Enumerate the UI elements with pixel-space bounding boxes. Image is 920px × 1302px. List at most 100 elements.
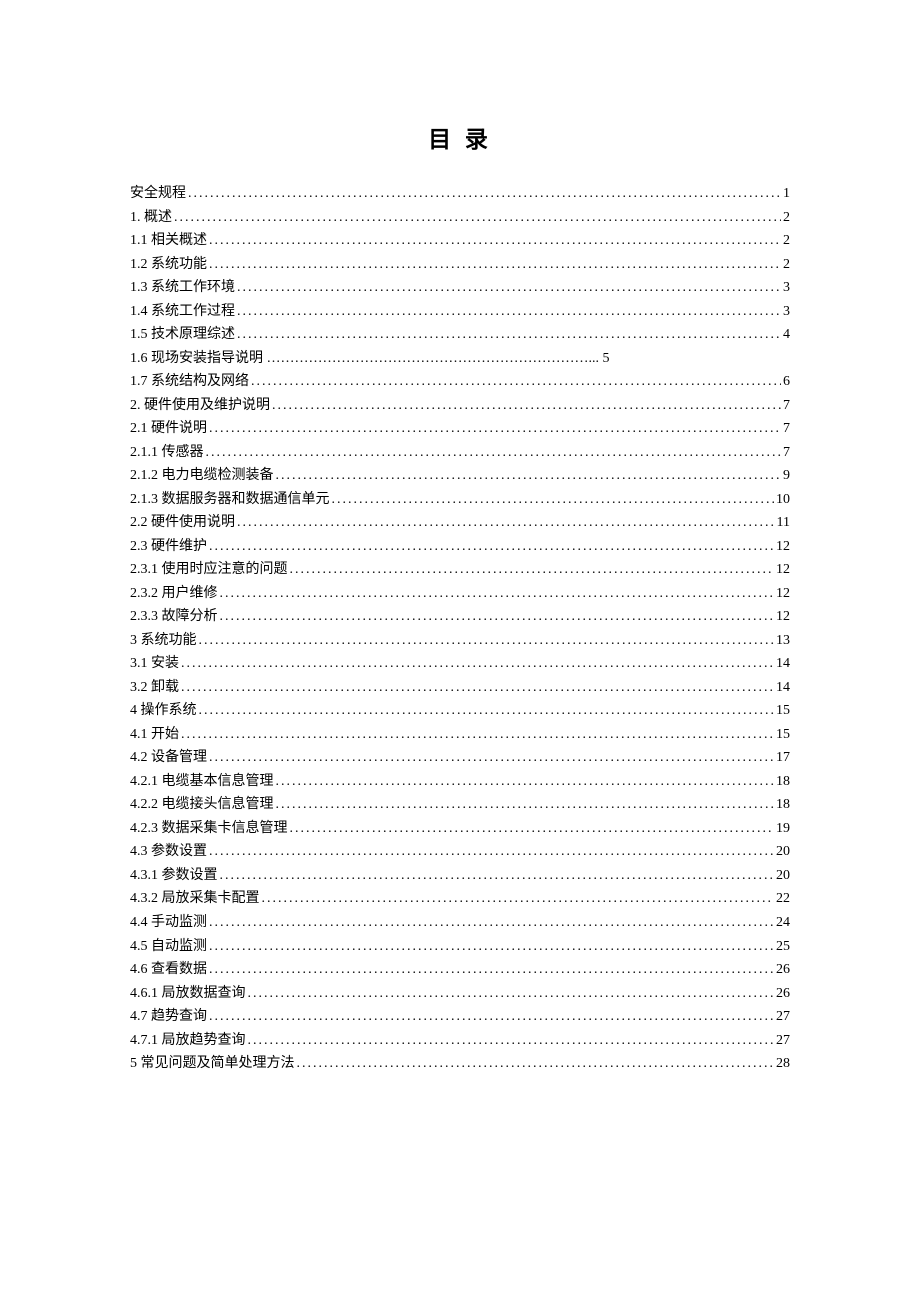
toc-entry-label: 3.1 安装 bbox=[130, 652, 179, 676]
toc-leader-dots bbox=[251, 370, 781, 394]
toc-leader-dots bbox=[332, 488, 775, 512]
toc-entry-page: 25 bbox=[776, 935, 790, 959]
toc-leader-dots bbox=[181, 652, 774, 676]
toc-entry-page: 17 bbox=[776, 746, 790, 770]
toc-entry: 4.2.1 电缆基本信息管理18 bbox=[130, 770, 790, 794]
toc-entry: 1.2 系统功能2 bbox=[130, 253, 790, 277]
toc-entry: 4.7 趋势查询 27 bbox=[130, 1005, 790, 1029]
toc-entry-page: 28 bbox=[776, 1052, 790, 1076]
toc-entry-label: 3.2 卸载 bbox=[130, 676, 179, 700]
toc-entry-label: 1.4 系统工作过程 bbox=[130, 300, 235, 324]
toc-leader-dots bbox=[248, 982, 775, 1006]
toc-leader-dots bbox=[237, 511, 775, 535]
toc-entry-label: 2.1 硬件说明 bbox=[130, 417, 207, 441]
toc-entry-page: 3 bbox=[783, 276, 790, 300]
toc-entry: 4.7.1 局放趋势查询 27 bbox=[130, 1029, 790, 1053]
toc-entry: 2.1.2 电力电缆检测装备9 bbox=[130, 464, 790, 488]
toc-entry-page: 7 bbox=[783, 441, 790, 465]
toc-leader-dots bbox=[237, 300, 781, 324]
toc-entry-page: 7 bbox=[783, 394, 790, 418]
toc-entry-page: 24 bbox=[776, 911, 790, 935]
toc-entry: 2.3.3 故障分析12 bbox=[130, 605, 790, 629]
toc-entry-label: 1.6 现场安装指导说明 ……………………………………………………………... … bbox=[130, 347, 610, 371]
toc-entry-page: 15 bbox=[776, 699, 790, 723]
toc-entry: 2.1.1 传感器7 bbox=[130, 441, 790, 465]
toc-leader-dots bbox=[290, 817, 775, 841]
toc-leader-dots bbox=[276, 464, 782, 488]
toc-entry: 1.7 系统结构及网络6 bbox=[130, 370, 790, 394]
toc-leader-dots bbox=[220, 582, 775, 606]
toc-entry-page: 7 bbox=[783, 417, 790, 441]
toc-leader-dots bbox=[174, 206, 781, 230]
toc-entry: 1.1 相关概述2 bbox=[130, 229, 790, 253]
toc-entry: 1.4 系统工作过程 3 bbox=[130, 300, 790, 324]
toc-entry-label: 4.4 手动监测 bbox=[130, 911, 207, 935]
toc-entry-page: 2 bbox=[783, 253, 790, 277]
toc-leader-dots bbox=[220, 605, 775, 629]
table-of-contents: 安全规程11. 概述21.1 相关概述21.2 系统功能21.3 系统工作环境3… bbox=[130, 182, 790, 1076]
toc-entry: 4.1 开始 15 bbox=[130, 723, 790, 747]
toc-entry-page: 20 bbox=[776, 864, 790, 888]
toc-entry: 4.6.1 局放数据查询26 bbox=[130, 982, 790, 1006]
toc-entry-page: 27 bbox=[776, 1029, 790, 1053]
toc-entry: 2.1 硬件说明 7 bbox=[130, 417, 790, 441]
toc-entry-page: 12 bbox=[776, 605, 790, 629]
toc-leader-dots bbox=[276, 793, 775, 817]
toc-entry-label: 4.7 趋势查询 bbox=[130, 1005, 207, 1029]
toc-entry: 3.1 安装14 bbox=[130, 652, 790, 676]
toc-leader-dots bbox=[181, 676, 774, 700]
toc-entry-page: 2 bbox=[783, 206, 790, 230]
toc-leader-dots bbox=[297, 1052, 775, 1076]
toc-entry-label: 4 操作系统 bbox=[130, 699, 197, 723]
toc-entry-label: 2.3.2 用户维修 bbox=[130, 582, 218, 606]
toc-entry-page: 27 bbox=[776, 1005, 790, 1029]
toc-entry: 4 操作系统 15 bbox=[130, 699, 790, 723]
toc-entry-page: 15 bbox=[776, 723, 790, 747]
toc-leader-dots bbox=[272, 394, 781, 418]
toc-entry: 1.6 现场安装指导说明 ……………………………………………………………... … bbox=[130, 347, 790, 371]
toc-entry-page: 12 bbox=[776, 558, 790, 582]
toc-entry-page: 18 bbox=[776, 770, 790, 794]
toc-leader-dots bbox=[220, 864, 775, 888]
toc-entry-label: 4.7.1 局放趋势查询 bbox=[130, 1029, 246, 1053]
toc-leader-dots bbox=[209, 935, 774, 959]
toc-entry-label: 4.3 参数设置 bbox=[130, 840, 207, 864]
toc-entry-label: 安全规程 bbox=[130, 182, 186, 206]
toc-entry: 4.2.2 电缆接头信息管理18 bbox=[130, 793, 790, 817]
toc-entry-label: 4.2 设备管理 bbox=[130, 746, 207, 770]
toc-entry: 2. 硬件使用及维护说明 7 bbox=[130, 394, 790, 418]
toc-entry-page: 11 bbox=[777, 511, 790, 535]
toc-entry-page: 4 bbox=[783, 323, 790, 347]
toc-leader-dots bbox=[248, 1029, 775, 1053]
toc-entry-label: 1.1 相关概述 bbox=[130, 229, 207, 253]
toc-entry-label: 2.1.3 数据服务器和数据通信单元 bbox=[130, 488, 330, 512]
toc-entry: 2.2 硬件使用说明11 bbox=[130, 511, 790, 535]
toc-leader-dots bbox=[209, 958, 774, 982]
toc-leader-dots bbox=[290, 558, 775, 582]
toc-entry-page: 1 bbox=[783, 182, 790, 206]
toc-entry: 4.3.2 局放采集卡配置22 bbox=[130, 887, 790, 911]
toc-entry-label: 3 系统功能 bbox=[130, 629, 197, 653]
toc-entry: 安全规程 1 bbox=[130, 182, 790, 206]
toc-leader-dots bbox=[181, 723, 774, 747]
toc-entry-label: 2.3.1 使用时应注意的问题 bbox=[130, 558, 288, 582]
toc-entry: 4.5 自动监测25 bbox=[130, 935, 790, 959]
toc-entry: 4.2.3 数据采集卡信息管理19 bbox=[130, 817, 790, 841]
toc-leader-dots bbox=[199, 699, 775, 723]
toc-entry-page: 3 bbox=[783, 300, 790, 324]
toc-leader-dots bbox=[209, 1005, 774, 1029]
toc-leader-dots bbox=[209, 535, 774, 559]
toc-leader-dots bbox=[276, 770, 775, 794]
toc-entry-label: 1.5 技术原理综述 bbox=[130, 323, 235, 347]
toc-leader-dots bbox=[209, 253, 781, 277]
toc-leader-dots bbox=[237, 323, 781, 347]
toc-entry: 1. 概述 2 bbox=[130, 206, 790, 230]
toc-entry-page: 14 bbox=[776, 676, 790, 700]
toc-entry-label: 2. 硬件使用及维护说明 bbox=[130, 394, 270, 418]
toc-entry: 2.3 硬件维护12 bbox=[130, 535, 790, 559]
toc-entry-label: 4.1 开始 bbox=[130, 723, 179, 747]
toc-entry: 1.5 技术原理综述 4 bbox=[130, 323, 790, 347]
toc-entry-label: 1. 概述 bbox=[130, 206, 172, 230]
toc-entry-label: 4.3.1 参数设置 bbox=[130, 864, 218, 888]
toc-leader-dots bbox=[188, 182, 781, 206]
